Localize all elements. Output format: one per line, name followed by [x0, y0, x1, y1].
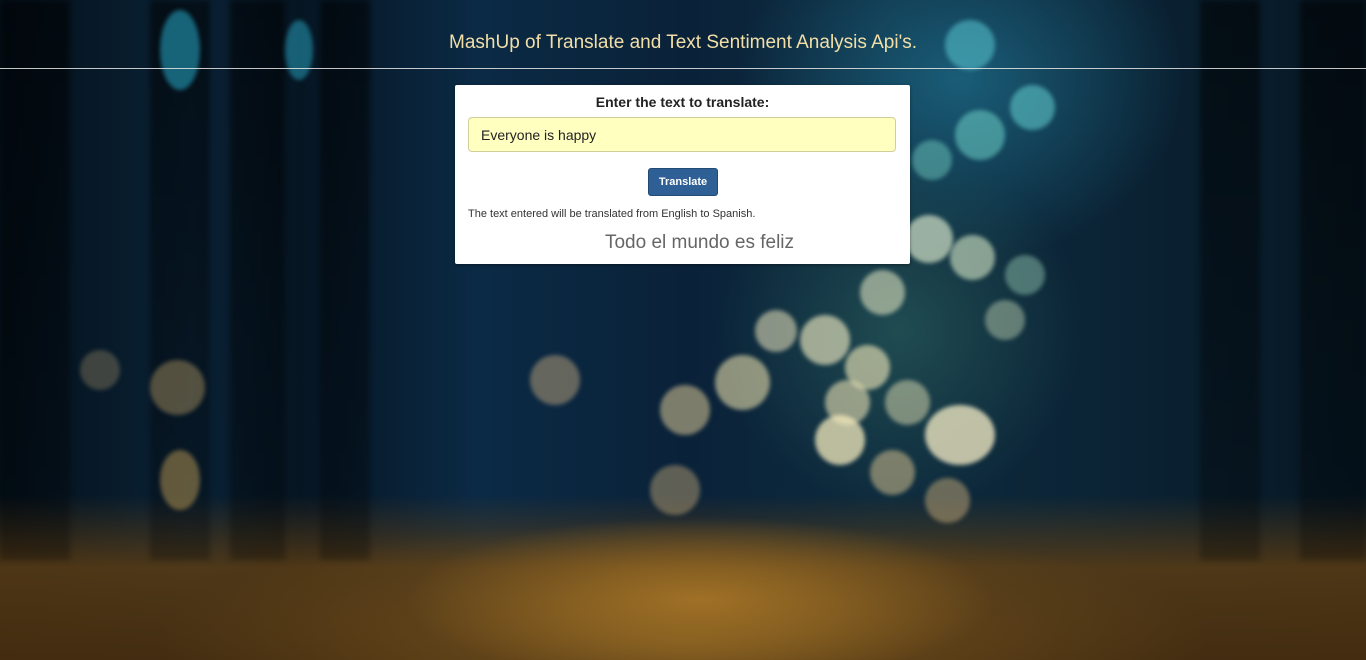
bokeh-light	[912, 140, 952, 180]
translation-result: Todo el mundo es feliz	[604, 232, 795, 253]
translation-note: The text entered will be translated from…	[468, 208, 756, 220]
bokeh-light	[815, 415, 865, 465]
bokeh-light	[955, 110, 1005, 160]
bokeh-light	[870, 450, 915, 495]
bokeh-light	[950, 235, 995, 280]
bokeh-light	[150, 360, 205, 415]
bokeh-light	[860, 270, 905, 315]
bokeh-light	[925, 478, 970, 523]
bokeh-light	[985, 300, 1025, 340]
page-title: MashUp of Translate and Text Sentiment A…	[449, 32, 917, 53]
bokeh-light	[80, 350, 120, 390]
bokeh-light	[800, 315, 850, 365]
bokeh-light	[650, 465, 700, 515]
bokeh-light	[1010, 85, 1055, 130]
bokeh-light	[530, 355, 580, 405]
bokeh-light	[160, 450, 200, 510]
bokeh-light	[715, 355, 770, 410]
background-shape	[1300, 0, 1366, 560]
bokeh-light	[1005, 255, 1045, 295]
translate-button[interactable]: Translate	[648, 168, 718, 196]
input-label: Enter the text to translate:	[595, 94, 770, 110]
background-shape	[0, 0, 70, 560]
translate-panel: Enter the text to translate: Translate T…	[455, 85, 910, 264]
bokeh-light	[885, 380, 930, 425]
bokeh-light	[755, 310, 797, 352]
bokeh-light	[660, 385, 710, 435]
bokeh-light	[925, 405, 995, 465]
page-header: MashUp of Translate and Text Sentiment A…	[0, 0, 1366, 69]
text-input[interactable]	[468, 117, 896, 152]
background-shape	[230, 0, 285, 560]
background-shape	[320, 0, 370, 560]
background-shape	[1200, 0, 1260, 560]
